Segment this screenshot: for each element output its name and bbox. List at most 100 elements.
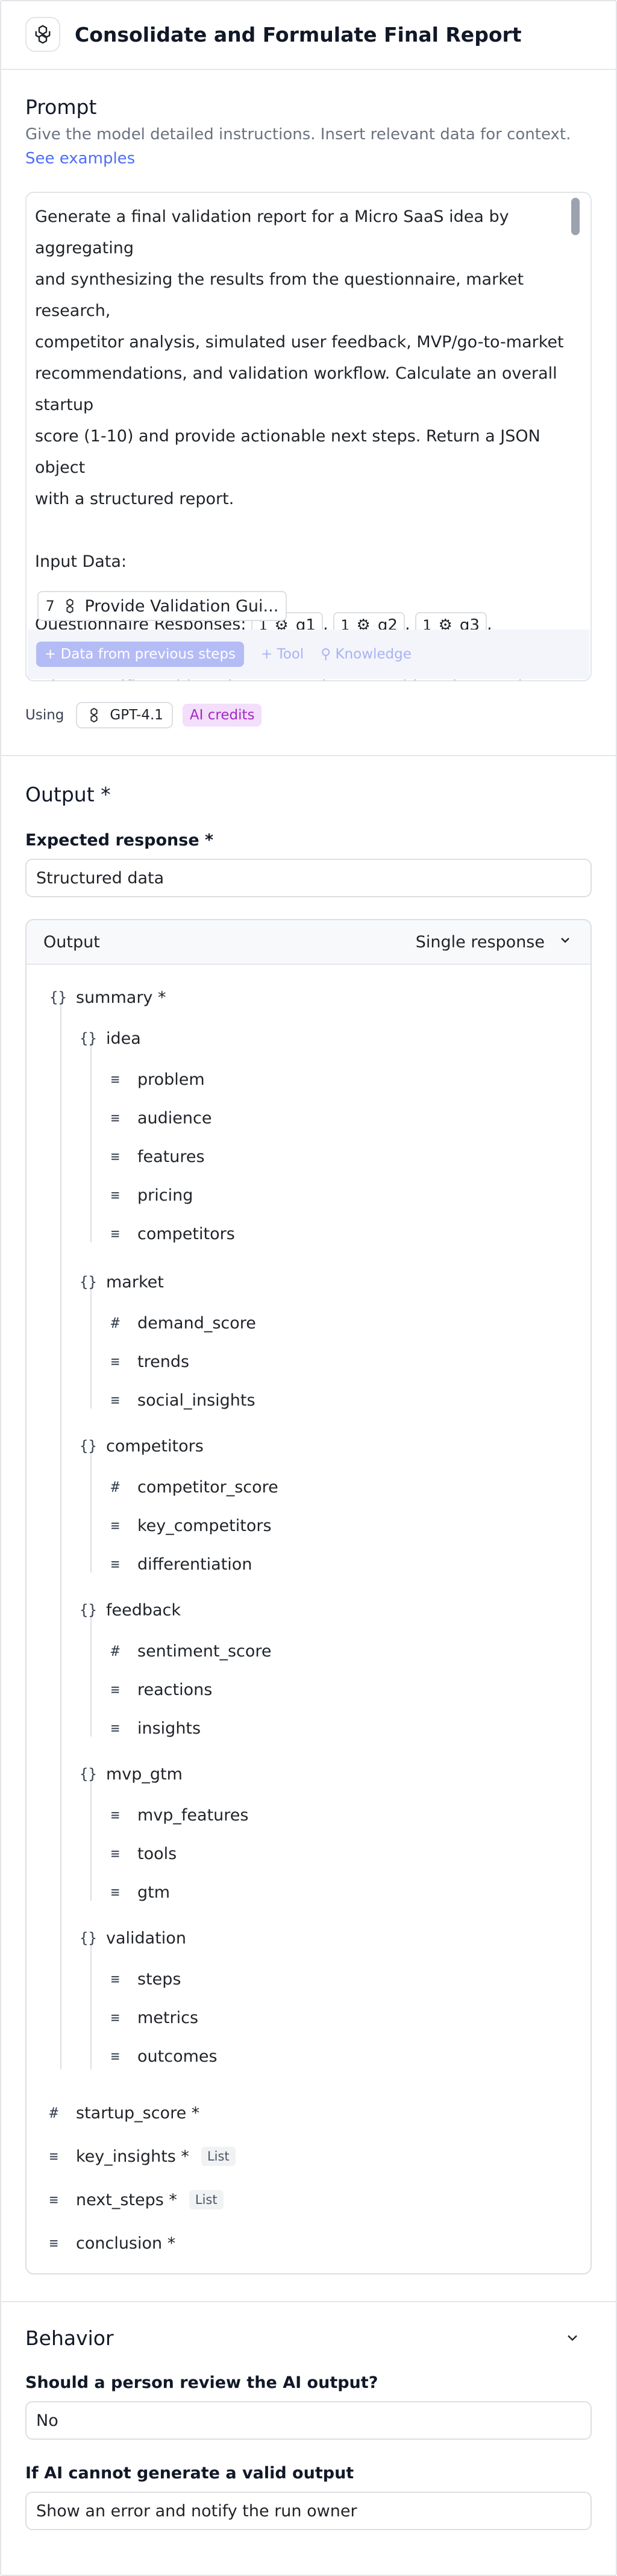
schema-field[interactable]: # demand_score xyxy=(111,1311,256,1335)
schema-field[interactable]: ≡ steps xyxy=(111,1967,181,1991)
data-from-previous-steps-button[interactable]: + Data from previous steps xyxy=(36,642,245,667)
schema-panel-title: Output xyxy=(43,932,100,952)
object-icon: {} xyxy=(80,1030,97,1047)
text-icon: ≡ xyxy=(111,1884,120,1901)
object-icon: {} xyxy=(80,1930,97,1946)
response-mode-dropdown[interactable]: Single response xyxy=(416,933,572,952)
schema-object-competitors[interactable]: {} competitors xyxy=(80,1434,204,1458)
schema-field[interactable]: ≡ mvp_features xyxy=(111,1803,248,1827)
schema-field-next-steps[interactable]: ≡ next_steps * List xyxy=(49,2188,224,2212)
number-icon: # xyxy=(49,2104,58,2121)
text-icon: ≡ xyxy=(111,1681,120,1698)
schema-object-mvp-gtm[interactable]: {} mvp_gtm xyxy=(80,1762,183,1786)
prompt-line: score (1-10) and provide actionable next… xyxy=(35,427,540,477)
number-icon: # xyxy=(111,1643,120,1659)
text-icon: ≡ xyxy=(49,2148,58,2165)
output-schema-panel: Output Single response {} summary * {} ide… xyxy=(25,919,592,2275)
schema-field[interactable]: ≡ competitors xyxy=(111,1222,235,1246)
schema-field[interactable]: ≡ reactions xyxy=(111,1678,212,1702)
model-row: Using GPT-4.1 AI credits xyxy=(25,702,262,728)
prompt-line: and synthesizing the results from the qu… xyxy=(35,270,524,320)
model-name: GPT-4.1 xyxy=(110,707,163,723)
text-icon: ≡ xyxy=(111,1148,120,1165)
schema-field[interactable]: ≡ trends xyxy=(111,1350,189,1374)
schema-field[interactable]: # sentiment_score xyxy=(111,1639,272,1663)
schema-field[interactable]: ≡ tools xyxy=(111,1842,177,1866)
tree-line xyxy=(90,1779,92,1901)
text-icon: ≡ xyxy=(111,1110,120,1126)
openai-logo-icon xyxy=(86,707,102,724)
prompt-toolbar: + Data from previous steps + Tool ⚲ Know… xyxy=(28,630,589,679)
step-reference-chip[interactable]: 7 Provide Validation Gui... xyxy=(37,591,287,621)
schema-field[interactable]: ≡ insights xyxy=(111,1716,201,1740)
schema-field[interactable]: ≡ gtm xyxy=(111,1880,170,1904)
model-selector[interactable]: GPT-4.1 xyxy=(76,702,173,728)
chevron-down-icon xyxy=(558,933,572,952)
tree-line xyxy=(60,1002,61,2069)
using-label: Using xyxy=(25,707,64,723)
expected-response-field[interactable]: Structured data xyxy=(25,859,592,897)
review-label: Should a person review the AI output? xyxy=(25,2373,378,2392)
behavior-title: Behavior xyxy=(25,2326,114,2350)
schema-field[interactable]: ≡ outcomes xyxy=(111,2044,218,2068)
prompt-line: Generate a final validation report for a… xyxy=(35,207,509,257)
schema-field[interactable]: ≡ features xyxy=(111,1144,205,1169)
schema-field[interactable]: ≡ audience xyxy=(111,1106,211,1130)
see-examples-link[interactable]: See examples xyxy=(25,150,135,168)
text-icon: ≡ xyxy=(49,2235,58,2252)
list-badge: List xyxy=(201,2147,236,2166)
section-divider xyxy=(0,755,617,756)
schema-object-validation[interactable]: {} validation xyxy=(80,1926,186,1950)
tree-line xyxy=(90,1615,92,1737)
list-badge: List xyxy=(189,2190,224,2209)
output-title: Output * xyxy=(25,783,111,806)
tree-line xyxy=(90,1451,92,1573)
schema-field[interactable]: ≡ pricing xyxy=(111,1183,193,1207)
prompt-hint: Give the model detailed instructions. In… xyxy=(25,125,571,144)
text-icon: ≡ xyxy=(49,2191,58,2208)
text-icon: ≡ xyxy=(111,1225,120,1242)
openai-logo-icon xyxy=(25,17,60,52)
schema-field[interactable]: ≡ problem xyxy=(111,1067,205,1091)
prompt-line: competitor analysis, simulated user feed… xyxy=(35,333,564,352)
text-icon: ≡ xyxy=(111,1807,120,1823)
schema-object-feedback[interactable]: {} feedback xyxy=(80,1598,181,1622)
schema-object-summary[interactable]: {} summary * xyxy=(49,985,166,1009)
prompt-editor[interactable]: Generate a final validation report for a… xyxy=(25,192,592,681)
schema-field-startup-score[interactable]: # startup_score * xyxy=(49,2101,199,2125)
schema-field-key-insights[interactable]: ≡ key_insights * List xyxy=(49,2144,236,2168)
object-icon: {} xyxy=(80,1274,97,1290)
schema-field-conclusion[interactable]: ≡ conclusion * xyxy=(49,2231,175,2255)
text-icon: ≡ xyxy=(111,1353,120,1370)
tree-line xyxy=(90,1943,92,2069)
review-select[interactable]: No xyxy=(25,2401,592,2440)
schema-field[interactable]: ≡ differentiation xyxy=(111,1552,252,1576)
text-icon: ≡ xyxy=(111,1517,120,1534)
prompt-line: recommendations, and validation workflow… xyxy=(35,364,557,414)
object-icon: {} xyxy=(80,1602,97,1618)
schema-object-market[interactable]: {} market xyxy=(80,1270,164,1294)
add-tool-button[interactable]: + Tool xyxy=(261,646,304,662)
schema-field[interactable]: ≡ key_competitors xyxy=(111,1514,272,1538)
schema-field[interactable]: ≡ metrics xyxy=(111,2006,198,2030)
prompt-title: Prompt xyxy=(25,95,97,119)
knowledge-button[interactable]: ⚲ Knowledge xyxy=(321,646,412,662)
object-icon: {} xyxy=(49,989,67,1006)
text-icon: ≡ xyxy=(111,1971,120,1987)
number-icon: # xyxy=(111,1315,120,1331)
chevron-down-icon[interactable] xyxy=(564,2329,581,2349)
text-icon: ≡ xyxy=(111,1556,120,1573)
text-icon: ≡ xyxy=(111,1071,120,1088)
openai-logo-icon xyxy=(61,598,78,614)
input-heading: Input Data: xyxy=(35,552,127,571)
section-divider xyxy=(0,2301,617,2302)
ai-credits-badge: AI credits xyxy=(182,704,262,727)
prompt-scrollbar[interactable] xyxy=(571,198,580,235)
fallback-select[interactable]: Show an error and notify the run owner xyxy=(25,2492,592,2530)
schema-object-idea[interactable]: {} idea xyxy=(80,1026,141,1050)
paperclip-icon: ⚲ xyxy=(321,646,336,662)
schema-header: Output Single response xyxy=(27,920,590,965)
schema-field[interactable]: # competitor_score xyxy=(111,1475,278,1499)
text-icon: ≡ xyxy=(111,1720,120,1737)
schema-field[interactable]: ≡ social_insights xyxy=(111,1388,255,1412)
